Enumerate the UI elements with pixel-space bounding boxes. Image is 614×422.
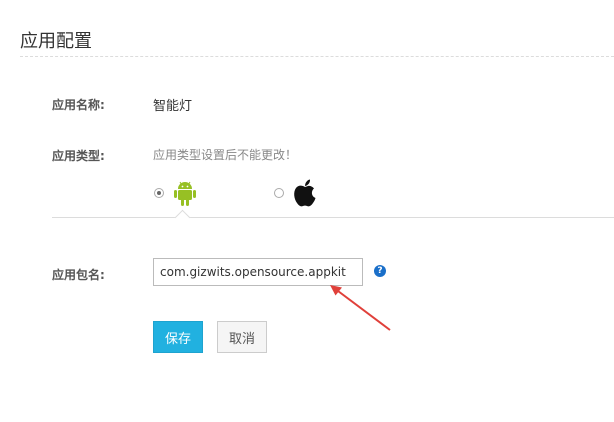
question-circle-icon[interactable]: ? <box>374 265 386 277</box>
android-icon <box>174 181 196 206</box>
selected-pointer <box>174 209 191 226</box>
android-radio[interactable] <box>154 188 164 198</box>
title-divider <box>20 56 614 57</box>
page-title: 应用配置 <box>20 31 92 52</box>
app-name-value: 智能灯 <box>153 99 193 114</box>
app-type-label: 应用类型: <box>52 149 105 163</box>
cancel-button[interactable]: 取消 <box>217 321 267 353</box>
ios-radio[interactable] <box>274 188 284 198</box>
app-type-hint: 应用类型设置后不能更改！ <box>153 148 298 162</box>
red-arrow-annotation <box>330 285 391 331</box>
section-divider <box>52 217 614 218</box>
app-name-label: 应用名称: <box>52 98 105 112</box>
package-label: 应用包名: <box>52 268 105 282</box>
save-button[interactable]: 保存 <box>153 321 203 353</box>
apple-icon <box>294 179 316 207</box>
